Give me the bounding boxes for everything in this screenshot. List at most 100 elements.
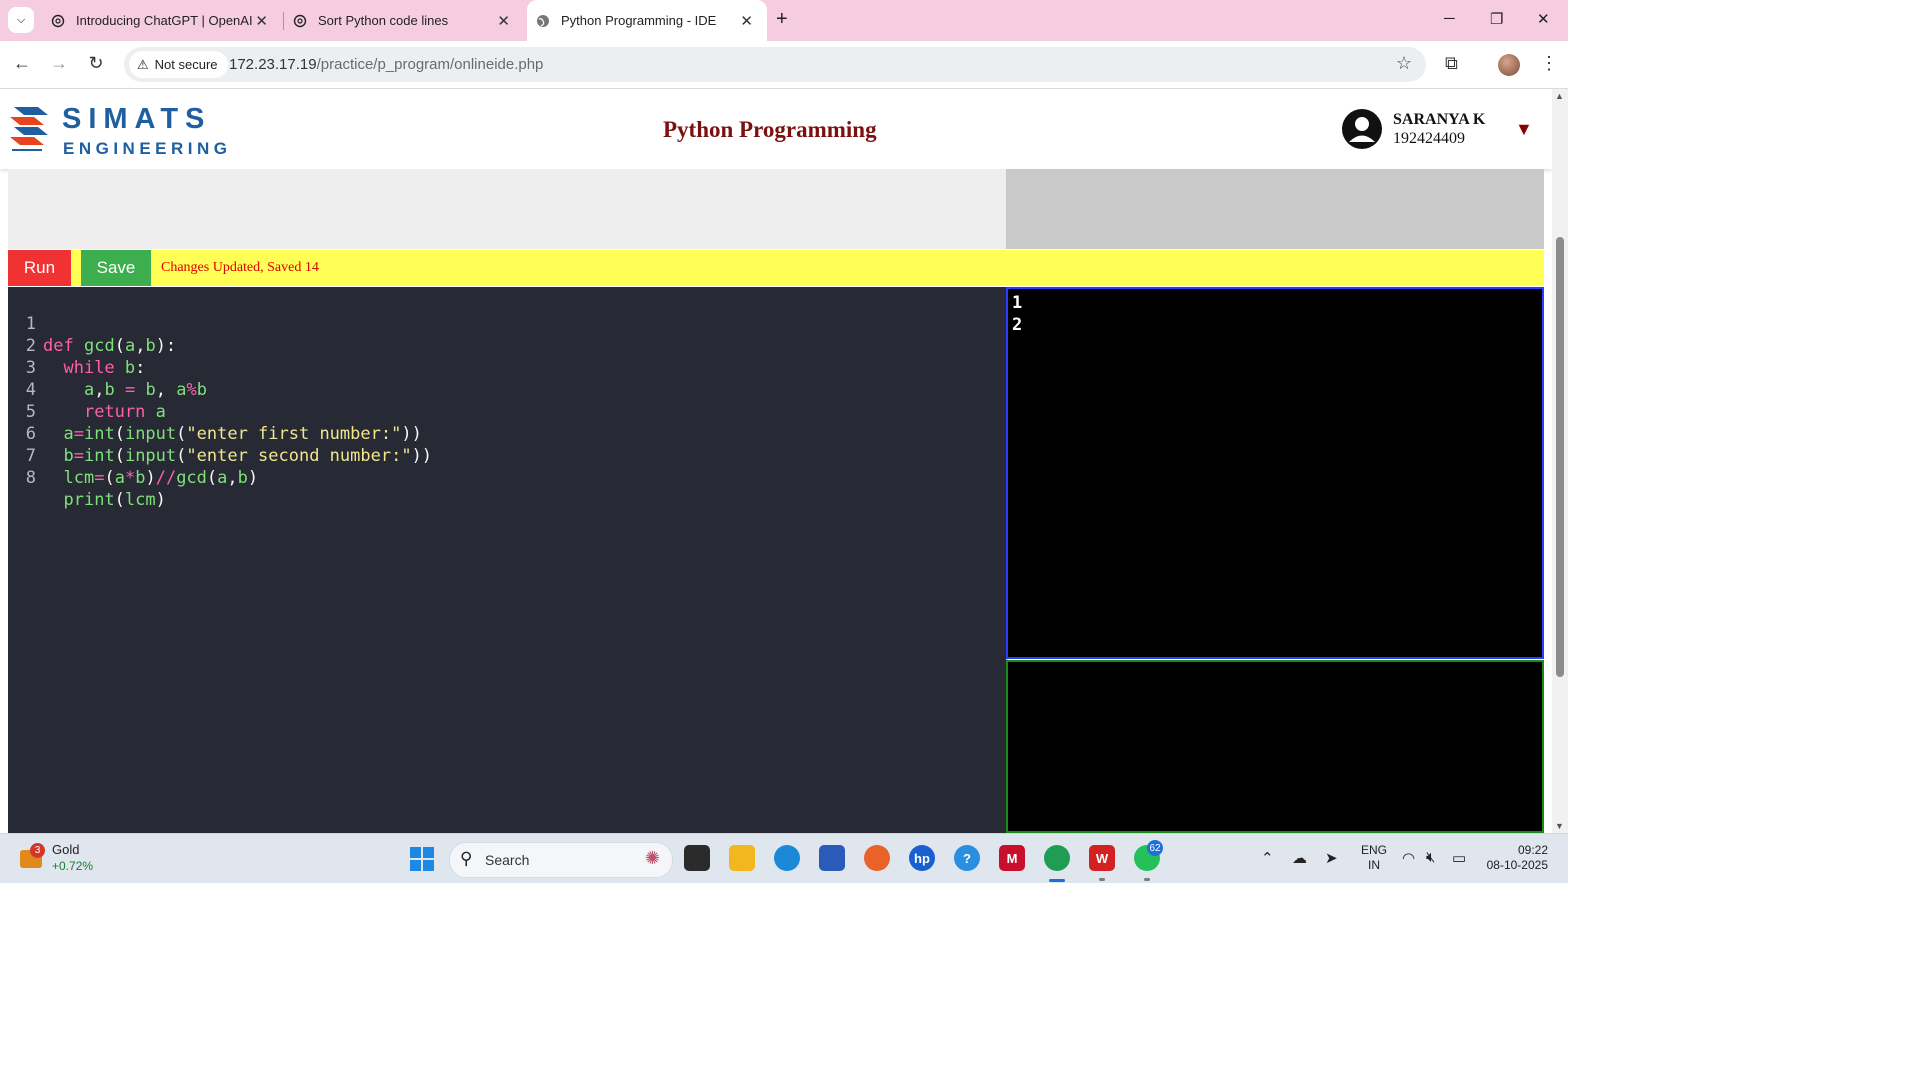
mcafee-icon[interactable]: M: [999, 845, 1025, 871]
logo-subtitle: ENGINEERING: [63, 139, 232, 158]
output-line: 1: [1012, 293, 1023, 313]
globe-icon: [535, 13, 551, 29]
page-title: Python Programming: [663, 117, 877, 142]
tray-overflow-icon[interactable]: ⌃: [1261, 849, 1274, 867]
user-menu-caret-icon[interactable]: ▼: [1515, 119, 1533, 140]
close-tab-icon[interactable]: ✕: [497, 12, 510, 30]
firefox-icon[interactable]: [864, 845, 890, 871]
whatsapp-badge: 62: [1147, 840, 1163, 856]
browser-menu-icon[interactable]: ⋮: [1540, 53, 1558, 74]
search-highlight-icon: ✺: [644, 848, 660, 868]
close-tab-icon[interactable]: ✕: [255, 12, 268, 30]
taskbar-search[interactable]: ⚲ Search ✺: [449, 842, 673, 878]
code-text: lcm=(a*b)//gcd(a,b): [63, 468, 259, 488]
lang-code: ENG: [1361, 843, 1388, 857]
output-line: 2: [1012, 315, 1023, 335]
line-number: 8: [25, 468, 36, 488]
tab-python-ide[interactable]: Python Programming - IDE ✕: [527, 0, 767, 41]
simats-logo-icon: [10, 107, 48, 151]
wifi-icon[interactable]: ◠: [1402, 849, 1415, 867]
openai-icon: [50, 13, 66, 29]
search-placeholder: Search: [485, 852, 530, 868]
output-console[interactable]: 1 2: [1006, 287, 1544, 659]
code-editor[interactable]: 1 def gcd(a,b): 2 while b: 3 a,b = b, a%…: [8, 287, 1006, 833]
save-status-message: Changes Updated, Saved 14: [161, 260, 319, 275]
tab-title: Sort Python code lines: [318, 13, 449, 28]
close-tab-icon[interactable]: ✕: [740, 12, 753, 30]
run-button[interactable]: Run: [8, 250, 71, 286]
new-tab-button[interactable]: +: [776, 8, 788, 31]
running-indicator: [1144, 878, 1150, 881]
code-text: print(lcm): [63, 490, 166, 510]
widget-title: Gold: [52, 842, 80, 857]
address-bar[interactable]: ⚠ Not secure 172.23.17.19/practice/p_pro…: [124, 47, 1426, 82]
weather-market-widget[interactable]: 3 Gold +0.72%: [18, 840, 108, 876]
openai-icon: [292, 13, 308, 29]
site-header: SIMATS ENGINEERING Python Programming SA…: [0, 89, 1552, 169]
page-scrollbar[interactable]: ▲ ▼: [1552, 89, 1568, 833]
editor-action-bar: Run Save Changes Updated, Saved 14: [8, 250, 1544, 286]
tab-search-button[interactable]: ⌵: [8, 7, 34, 33]
save-button[interactable]: Save: [81, 250, 151, 286]
logo-wordmark: SIMATS: [62, 103, 212, 135]
extensions-icon[interactable]: ⧉: [1445, 53, 1458, 74]
widget-value: +0.72%: [52, 859, 94, 873]
battery-icon[interactable]: ▭: [1452, 849, 1466, 867]
minimize-button[interactable]: ─: [1444, 10, 1455, 27]
file-explorer-icon[interactable]: [729, 845, 755, 871]
tab-chatgpt[interactable]: Introducing ChatGPT | OpenAI ✕: [42, 0, 282, 41]
system-clock[interactable]: 09:22 08-10-2025: [1484, 843, 1548, 873]
code-line: 2 while b:: [8, 313, 146, 378]
clock-time: 09:22: [1517, 843, 1548, 857]
code-line: 6 b=int(input("enter second number:")): [8, 401, 432, 466]
scroll-down-icon[interactable]: ▼: [1555, 821, 1564, 831]
scroll-up-icon[interactable]: ▲: [1555, 91, 1564, 101]
code-text: a=int(input("enter first number:")): [63, 424, 422, 444]
code-line: 8 print(lcm): [8, 445, 166, 510]
widget-badge: 3: [30, 843, 45, 858]
bookmark-star-icon[interactable]: ☆: [1396, 53, 1412, 74]
tab-title: Introducing ChatGPT | OpenAI: [76, 13, 253, 28]
chevron-down-icon: ⌵: [16, 13, 26, 26]
code-text: b=int(input("enter second number:")): [63, 446, 433, 466]
input-console[interactable]: [1006, 660, 1544, 833]
scrollbar-thumb[interactable]: [1556, 237, 1564, 677]
wps-office-icon[interactable]: W: [1089, 845, 1115, 871]
lang-region: IN: [1368, 858, 1380, 872]
arrow-left-icon: ←: [13, 53, 31, 73]
forward-button[interactable]: →: [48, 53, 70, 74]
code-line: 1 def gcd(a,b):: [8, 291, 176, 356]
help-icon[interactable]: ?: [954, 845, 980, 871]
close-window-button[interactable]: ✕: [1537, 10, 1550, 28]
task-view-icon[interactable]: [684, 845, 710, 871]
location-icon[interactable]: ➤: [1325, 849, 1338, 867]
site-info-chip[interactable]: ⚠ Not secure: [129, 51, 228, 78]
security-label: Not secure: [154, 57, 218, 72]
user-avatar-icon[interactable]: [1342, 109, 1382, 149]
browser-toolbar: ← → ↻ ⚠ Not secure 172.23.17.19/practice…: [0, 41, 1568, 89]
onedrive-icon[interactable]: ☁: [1292, 849, 1307, 867]
active-app-indicator: [1049, 879, 1065, 882]
input-language[interactable]: ENG IN: [1361, 843, 1387, 873]
url-text[interactable]: 172.23.17.19/practice/p_program/onlineid…: [229, 56, 543, 73]
reload-button[interactable]: ↻: [85, 53, 107, 74]
code-line: 7 lcm=(a*b)//gcd(a,b): [8, 423, 258, 488]
chrome-icon[interactable]: [1044, 845, 1070, 871]
back-button[interactable]: ←: [11, 53, 33, 74]
windows-taskbar: 3 Gold +0.72% ⚲ Search ✺ hp ? M W 62 ⌃ ☁…: [0, 833, 1568, 883]
tab-sort-python[interactable]: Sort Python code lines ✕: [284, 0, 524, 41]
hp-icon[interactable]: hp: [909, 845, 935, 871]
start-button[interactable]: [410, 847, 434, 871]
volume-muted-icon[interactable]: 🔇︎: [1426, 849, 1435, 866]
edge-browser-icon[interactable]: [774, 845, 800, 871]
ide-container: Run Save Changes Updated, Saved 14 1 def…: [8, 169, 1544, 833]
microsoft-store-icon[interactable]: [819, 845, 845, 871]
restore-button[interactable]: ❐: [1490, 10, 1503, 28]
profile-avatar[interactable]: [1498, 54, 1520, 76]
reload-icon: ↻: [88, 53, 104, 73]
plus-icon: +: [776, 8, 788, 30]
clock-date: 08-10-2025: [1486, 858, 1548, 872]
windows-logo-icon: [410, 847, 421, 858]
user-name: SARANYA K: [1393, 111, 1486, 128]
running-indicator: [1099, 878, 1105, 881]
